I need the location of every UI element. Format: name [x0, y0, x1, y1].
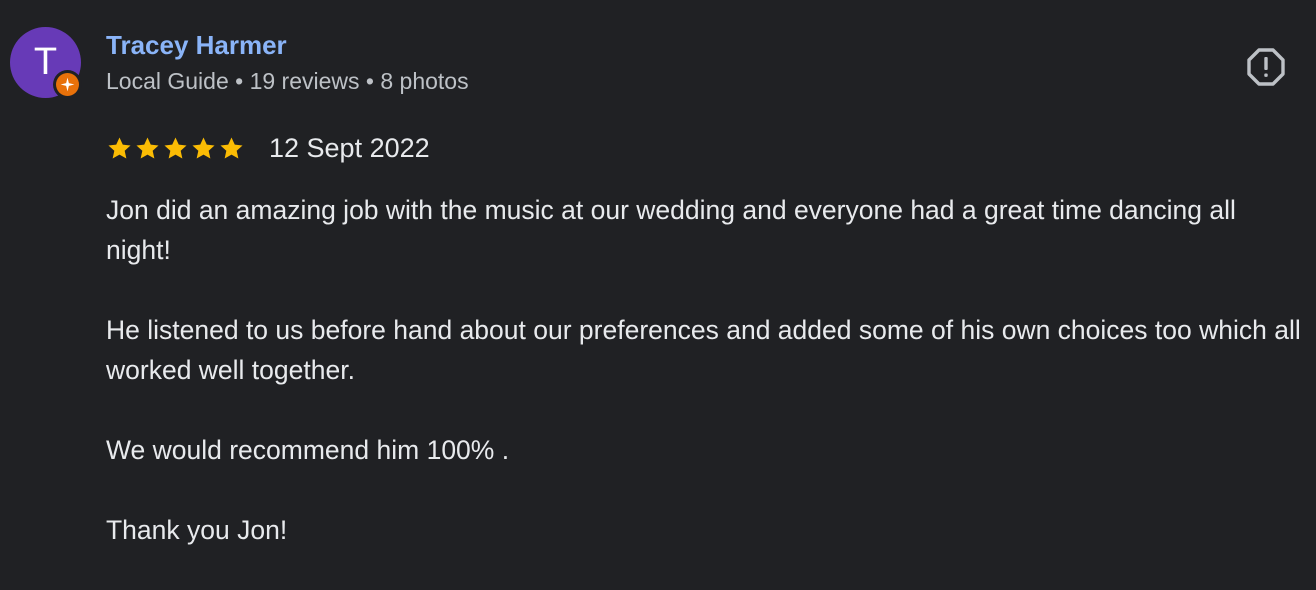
review-text: Jon did an amazing job with the music at… — [106, 190, 1306, 590]
report-button[interactable] — [1244, 45, 1288, 89]
review-paragraph: Thank you Jon! — [106, 515, 288, 545]
reviewer-meta[interactable]: Local Guide • 19 reviews • 8 photos — [106, 68, 469, 95]
star-icon — [220, 136, 243, 159]
local-guide-badge — [53, 70, 82, 99]
avatar-initial: T — [33, 41, 58, 83]
local-guide-star-icon — [56, 73, 79, 96]
review-paragraph: We would recommend him 100% . — [106, 435, 510, 465]
star-icon — [136, 136, 159, 159]
review-paragraph: Jon did an amazing job with the music at… — [106, 195, 1236, 265]
star-icon — [192, 136, 215, 159]
reviewer-name[interactable]: Tracey Harmer — [106, 30, 287, 61]
report-icon — [1247, 48, 1285, 86]
review-card: T Tracey Harmer Local Guide • 19 reviews… — [0, 0, 1316, 564]
star-icon — [164, 136, 187, 159]
star-icon — [108, 136, 131, 159]
star-rating — [106, 135, 245, 162]
review-paragraph: He listened to us before hand about our … — [106, 315, 1301, 385]
review-date: 12 Sept 2022 — [269, 132, 430, 163]
rating-row: 12 Sept 2022 — [106, 128, 430, 168]
